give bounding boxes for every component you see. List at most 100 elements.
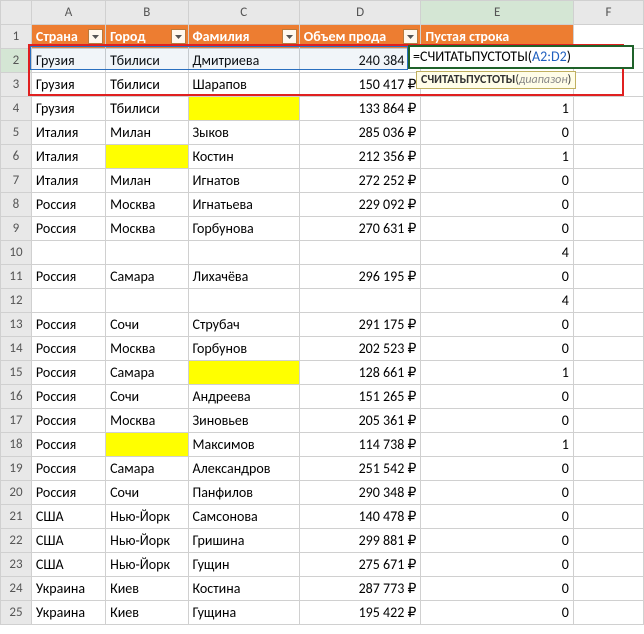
- cell-F20[interactable]: [573, 481, 643, 505]
- header-city[interactable]: Город: [106, 25, 188, 49]
- cell-F4[interactable]: [573, 97, 643, 121]
- cell-C18[interactable]: Максимов: [188, 433, 299, 457]
- cell-A12[interactable]: [31, 289, 105, 313]
- row-header-8[interactable]: 8: [1, 193, 32, 217]
- filter-dropdown-icon[interactable]: [403, 29, 418, 44]
- cell-A4[interactable]: Грузия: [31, 97, 105, 121]
- row-header-6[interactable]: 6: [1, 145, 32, 169]
- cell-E21[interactable]: 0: [421, 505, 574, 529]
- row-header-9[interactable]: 9: [1, 217, 32, 241]
- cell-C11[interactable]: Лихачёва: [188, 265, 299, 289]
- cell-B16[interactable]: Сочи: [106, 385, 188, 409]
- cell-F21[interactable]: [573, 505, 643, 529]
- cell-B21[interactable]: Нью-Йорк: [106, 505, 188, 529]
- row-header-3[interactable]: 3: [1, 73, 32, 97]
- cell-C6[interactable]: Костин: [188, 145, 299, 169]
- cell-A22[interactable]: США: [31, 529, 105, 553]
- row-header-14[interactable]: 14: [1, 337, 32, 361]
- cell-B7[interactable]: Милан: [106, 169, 188, 193]
- select-all-corner[interactable]: [1, 1, 32, 25]
- cell-B4[interactable]: Тбилиси: [106, 97, 188, 121]
- cell-A9[interactable]: Россия: [31, 217, 105, 241]
- cell-A6[interactable]: Италия: [31, 145, 105, 169]
- cell-C9[interactable]: Горбунова: [188, 217, 299, 241]
- cell-F23[interactable]: [573, 553, 643, 577]
- cell-D21[interactable]: 140 478 ₽: [299, 505, 421, 529]
- row-header-2[interactable]: 2: [1, 49, 32, 73]
- cell-E6[interactable]: 1: [421, 145, 574, 169]
- cell-E18[interactable]: 1: [421, 433, 574, 457]
- cell-B8[interactable]: Москва: [106, 193, 188, 217]
- cell-A11[interactable]: Россия: [31, 265, 105, 289]
- cell-B19[interactable]: Самара: [106, 457, 188, 481]
- cell-A21[interactable]: США: [31, 505, 105, 529]
- filter-dropdown-icon[interactable]: [88, 29, 103, 44]
- cell-C3[interactable]: Шарапов: [188, 73, 299, 97]
- cell-B6[interactable]: [106, 145, 188, 169]
- cell-C23[interactable]: Гущин: [188, 553, 299, 577]
- row-header-17[interactable]: 17: [1, 409, 32, 433]
- cell-D16[interactable]: 151 265 ₽: [299, 385, 421, 409]
- cell-B14[interactable]: Москва: [106, 337, 188, 361]
- cell-A2[interactable]: Грузия: [31, 49, 105, 73]
- row-header-18[interactable]: 18: [1, 433, 32, 457]
- cell-A24[interactable]: Украина: [31, 577, 105, 601]
- cell-A18[interactable]: Россия: [31, 433, 105, 457]
- row-header-21[interactable]: 21: [1, 505, 32, 529]
- cell-E24[interactable]: 0: [421, 577, 574, 601]
- cell-B18[interactable]: [106, 433, 188, 457]
- cell-F24[interactable]: [573, 577, 643, 601]
- header-volume[interactable]: Объем прода: [299, 25, 421, 49]
- cell-F14[interactable]: [573, 337, 643, 361]
- cell-F16[interactable]: [573, 385, 643, 409]
- cell-C4[interactable]: [188, 97, 299, 121]
- row-header-16[interactable]: 16: [1, 385, 32, 409]
- cell-E4[interactable]: 1: [421, 97, 574, 121]
- row-header-5[interactable]: 5: [1, 121, 32, 145]
- cell-B9[interactable]: Москва: [106, 217, 188, 241]
- cell-A19[interactable]: Россия: [31, 457, 105, 481]
- row-header-22[interactable]: 22: [1, 529, 32, 553]
- cell-A5[interactable]: Италия: [31, 121, 105, 145]
- cell-D25[interactable]: 195 422 ₽: [299, 601, 421, 625]
- row-header-15[interactable]: 15: [1, 361, 32, 385]
- spreadsheet-grid[interactable]: A B C D E F 1 Страна Город Фамилия Объем…: [0, 0, 644, 625]
- cell-C20[interactable]: Панфилов: [188, 481, 299, 505]
- cell-C14[interactable]: Горбунов: [188, 337, 299, 361]
- row-header-23[interactable]: 23: [1, 553, 32, 577]
- active-cell-E2[interactable]: =СЧИТАТЬПУСТОТЫ(A2:D2): [408, 45, 634, 69]
- cell-D7[interactable]: 272 252 ₽: [299, 169, 421, 193]
- cell-A17[interactable]: Россия: [31, 409, 105, 433]
- cell-B15[interactable]: Самара: [106, 361, 188, 385]
- cell-D22[interactable]: 299 881 ₽: [299, 529, 421, 553]
- header-surname[interactable]: Фамилия: [188, 25, 299, 49]
- cell-C24[interactable]: Костина: [188, 577, 299, 601]
- cell-D6[interactable]: 212 356 ₽: [299, 145, 421, 169]
- cell-C17[interactable]: Зиновьев: [188, 409, 299, 433]
- cell-E15[interactable]: 1: [421, 361, 574, 385]
- cell-B13[interactable]: Сочи: [106, 313, 188, 337]
- cell-C12[interactable]: [188, 289, 299, 313]
- col-header-C[interactable]: C: [188, 1, 299, 25]
- row-header-24[interactable]: 24: [1, 577, 32, 601]
- cell-E13[interactable]: 0: [421, 313, 574, 337]
- cell-B11[interactable]: Самара: [106, 265, 188, 289]
- cell-F8[interactable]: [573, 193, 643, 217]
- cell-D10[interactable]: [299, 241, 421, 265]
- cell-C25[interactable]: Гущина: [188, 601, 299, 625]
- cell-D18[interactable]: 114 738 ₽: [299, 433, 421, 457]
- cell-D3[interactable]: 150 417 ₽: [299, 73, 421, 97]
- cell-F12[interactable]: [573, 289, 643, 313]
- cell-D19[interactable]: 251 542 ₽: [299, 457, 421, 481]
- cell-D4[interactable]: 133 864 ₽: [299, 97, 421, 121]
- cell-A14[interactable]: Россия: [31, 337, 105, 361]
- cell-E9[interactable]: 0: [421, 217, 574, 241]
- col-header-A[interactable]: A: [31, 1, 105, 25]
- cell-D5[interactable]: 285 036 ₽: [299, 121, 421, 145]
- cell-B20[interactable]: Сочи: [106, 481, 188, 505]
- cell-B12[interactable]: [106, 289, 188, 313]
- cell-D15[interactable]: 128 661 ₽: [299, 361, 421, 385]
- cell-A13[interactable]: Россия: [31, 313, 105, 337]
- cell-D17[interactable]: 205 361 ₽: [299, 409, 421, 433]
- cell-C16[interactable]: Андреева: [188, 385, 299, 409]
